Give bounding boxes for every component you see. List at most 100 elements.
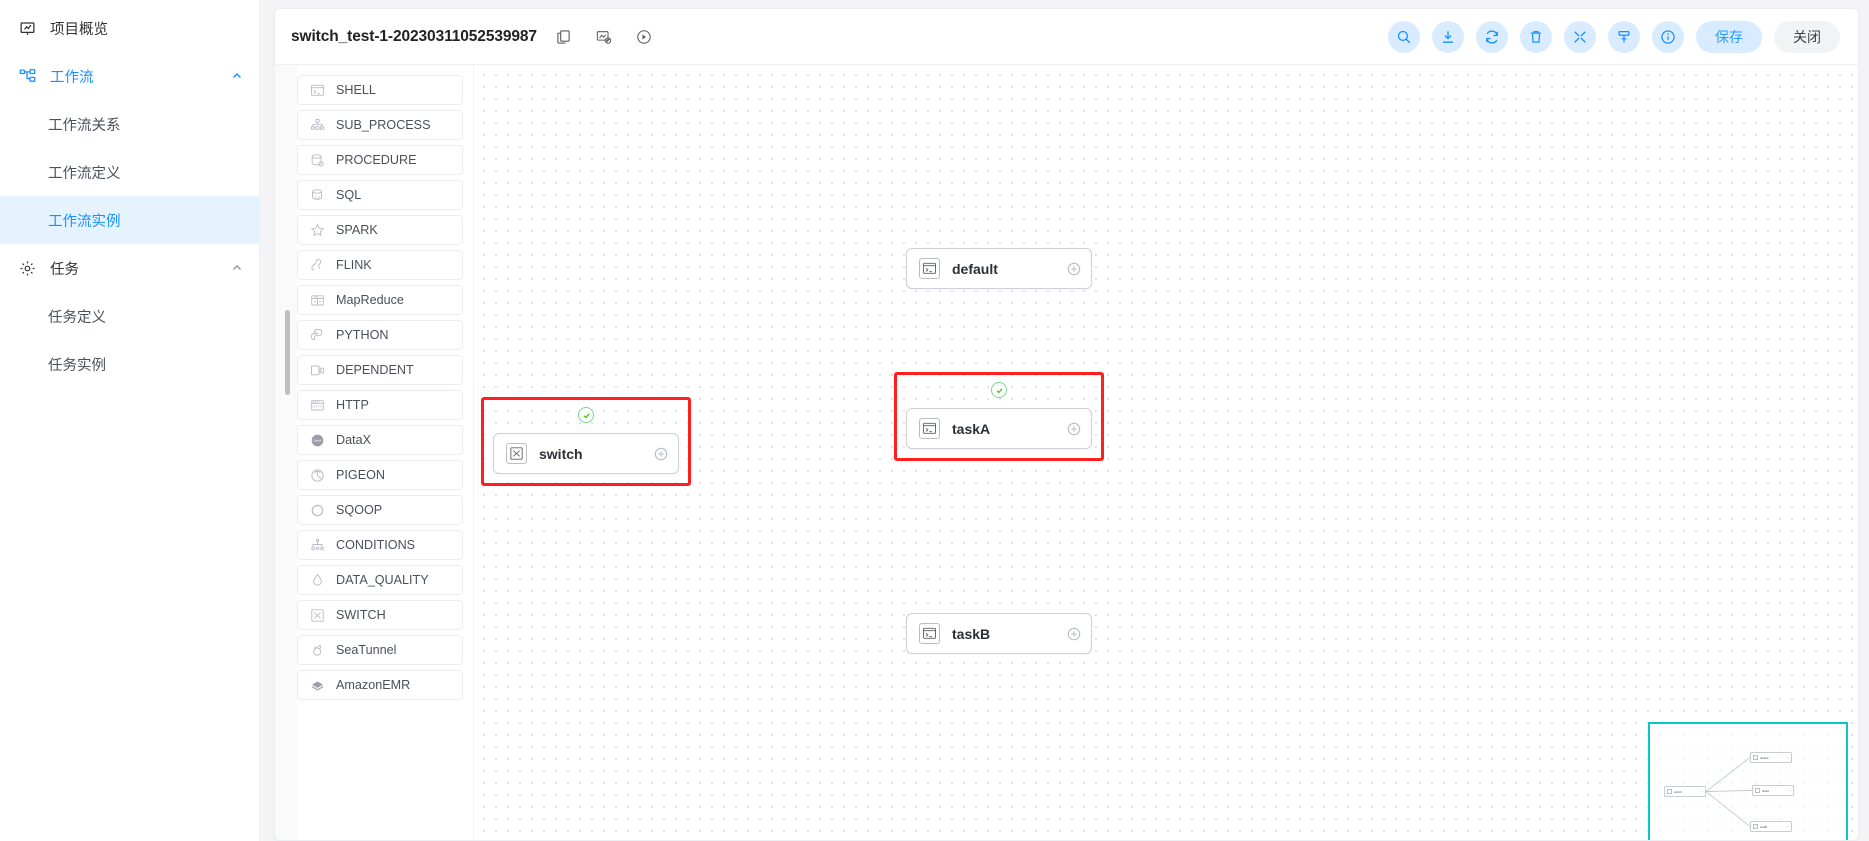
chevron-up-icon[interactable] — [231, 262, 243, 274]
task-type-label: SQOOP — [336, 503, 383, 517]
sidebar-item-task-definition[interactable]: 任务定义 — [0, 292, 259, 340]
dag-node-taskA[interactable]: taskA — [906, 408, 1092, 449]
sidebar: 项目概览 工作流 工作流关系 工作流定义 工作流实例 任务 任务定义 任务实例 — [0, 0, 260, 841]
close-button[interactable]: 关闭 — [1774, 20, 1840, 53]
svg-text:DataX: DataX — [313, 438, 321, 442]
refresh-button[interactable] — [1476, 20, 1508, 53]
task-type-label: AmazonEMR — [336, 678, 411, 692]
task-type-label: SeaTunnel — [336, 643, 397, 657]
dependent-icon — [310, 363, 325, 378]
task-type-dependent[interactable]: DEPENDENT — [297, 355, 463, 385]
minimap-node-taskA: taskA + — [1752, 785, 1794, 796]
minimap-node-label: switch — [1674, 789, 1682, 794]
add-downstream-icon[interactable] — [1066, 261, 1081, 276]
mapreduce-icon: MR — [310, 293, 325, 308]
screenshot-icon[interactable] — [595, 28, 613, 46]
minimap[interactable]: switch + default + taskA + taskB + — [1648, 722, 1848, 840]
title-icon-group — [555, 28, 653, 46]
download-button[interactable] — [1432, 20, 1464, 53]
task-type-label: DataX — [336, 433, 372, 447]
task-type-spark[interactable]: SPARK — [297, 215, 463, 245]
spark-icon — [310, 222, 325, 238]
sidebar-item-project-overview[interactable]: 项目概览 — [0, 4, 259, 52]
task-type-sub-process[interactable]: SUB_PROCESS — [297, 110, 463, 140]
dag-node-switch[interactable]: switch — [493, 433, 679, 474]
app-root: 项目概览 工作流 工作流关系 工作流定义 工作流实例 任务 任务定义 任务实例 … — [0, 0, 1869, 841]
task-type-label: PROCEDURE — [336, 153, 417, 167]
task-type-label: HTTP — [336, 398, 369, 412]
sidebar-group-label: 工作流 — [50, 69, 94, 86]
format-button[interactable] — [1608, 20, 1640, 53]
sidebar-item-task-instance[interactable]: 任务实例 — [0, 340, 259, 388]
minimap-node-icon — [1753, 824, 1758, 829]
toolbar-actions: 保存 关闭 — [1388, 20, 1840, 53]
dag-toolbar: switch_test-1-20230311052539987 保存 关闭 — [275, 9, 1858, 65]
node-status-success-icon — [991, 382, 1007, 398]
task-type-switch[interactable]: SWITCH — [297, 600, 463, 630]
dag-node-label: taskB — [952, 625, 991, 642]
fullscreen-button[interactable] — [1564, 20, 1596, 53]
task-type-http[interactable]: HTTP HTTP — [297, 390, 463, 420]
amazonemr-icon — [310, 678, 325, 693]
task-type-amazonemr[interactable]: AmazonEMR — [297, 670, 463, 700]
play-circle-icon[interactable] — [635, 28, 653, 46]
task-type-list[interactable]: SHELL SUB_PROCESS PROCEDURE SQL SQL SPARK FLIN… — [275, 65, 473, 840]
task-type-seatunnel[interactable]: SeaTunnel — [297, 635, 463, 665]
task-type-label: SQL — [336, 188, 362, 202]
switch-icon — [310, 608, 325, 623]
save-button[interactable]: 保存 — [1696, 20, 1762, 53]
sidebar-item-workflow-relation[interactable]: 工作流关系 — [0, 100, 259, 148]
subprocess-icon — [310, 118, 325, 133]
task-type-label: MapReduce — [336, 293, 404, 307]
sql-icon: SQL — [310, 188, 325, 203]
task-type-shell[interactable]: SHELL — [297, 75, 463, 105]
task-type-label: PYTHON — [336, 328, 389, 342]
info-button[interactable] — [1652, 20, 1684, 53]
copy-icon[interactable] — [555, 28, 573, 46]
task-type-mapreduce[interactable]: MR MapReduce — [297, 285, 463, 315]
task-type-flink[interactable]: FLINK — [297, 250, 463, 280]
task-type-pigeon[interactable]: PIGEON — [297, 460, 463, 490]
sidebar-sub-label: 工作流关系 — [48, 117, 121, 134]
task-type-label: SPARK — [336, 223, 378, 237]
task-type-label: PIGEON — [336, 468, 385, 482]
task-type-python[interactable]: PYTHON — [297, 320, 463, 350]
minimap-node-plus: + — [1786, 755, 1789, 760]
sidebar-item-workflow-definition[interactable]: 工作流定义 — [0, 148, 259, 196]
sidebar-item-workflow-instance[interactable]: 工作流实例 — [0, 196, 259, 244]
delete-button[interactable] — [1520, 20, 1552, 53]
sidebar-group-task[interactable]: 任务 — [0, 244, 259, 292]
flink-icon — [310, 258, 325, 273]
add-downstream-icon[interactable] — [653, 446, 668, 461]
chevron-up-icon[interactable] — [231, 70, 243, 82]
task-type-procedure[interactable]: PROCEDURE — [297, 145, 463, 175]
task-type-data-quality[interactable]: DATA_QUALITY — [297, 565, 463, 595]
dashboard-icon — [18, 19, 36, 37]
add-downstream-icon[interactable] — [1066, 626, 1081, 641]
minimap-node-label: default — [1760, 755, 1769, 760]
search-button[interactable] — [1388, 20, 1420, 53]
dag-canvas[interactable]: switch default taskA taskB switch + default + t… — [473, 65, 1858, 840]
task-type-label: DEPENDENT — [336, 363, 414, 377]
datax-icon: DataX — [310, 433, 325, 448]
task-type-label: FLINK — [336, 258, 372, 272]
add-downstream-icon[interactable] — [1066, 421, 1081, 436]
minimap-node-plus: + — [1786, 824, 1789, 829]
http-icon: HTTP — [310, 398, 325, 413]
minimap-node-plus: + — [1788, 788, 1791, 793]
main-panel: switch_test-1-20230311052539987 保存 关闭 SH… — [260, 0, 1869, 841]
task-type-sqoop[interactable]: SQOOP — [297, 495, 463, 525]
node-status-success-icon — [578, 407, 594, 423]
sidebar-group-workflow[interactable]: 工作流 — [0, 52, 259, 100]
task-type-label: SHELL — [336, 83, 376, 97]
minimap-node-icon — [1753, 755, 1758, 760]
dataquality-icon — [310, 573, 325, 588]
task-type-datax[interactable]: DataX DataX — [297, 425, 463, 455]
pigeon-icon — [310, 468, 325, 483]
task-type-conditions[interactable]: CONDITIONS — [297, 530, 463, 560]
gear-icon — [18, 259, 36, 277]
dag-node-default[interactable]: default — [906, 248, 1092, 289]
task-type-sql[interactable]: SQL SQL — [297, 180, 463, 210]
palette-scrollbar-thumb[interactable] — [285, 310, 290, 395]
dag-node-taskB[interactable]: taskB — [906, 613, 1092, 654]
